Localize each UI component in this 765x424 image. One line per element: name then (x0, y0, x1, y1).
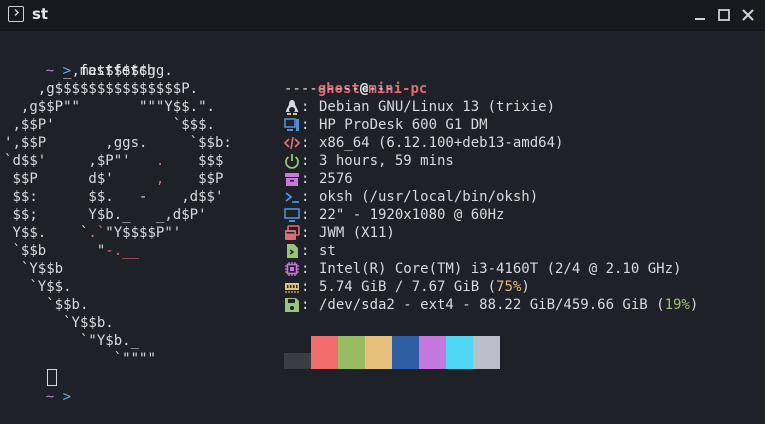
logo-line: ,$$P' `$$$. (12, 117, 215, 133)
prompt-arrow: > (62, 389, 72, 405)
logo-line: $$; Y$b._ _,d$P' (12, 207, 207, 223)
logo-line: `$$b. (46, 297, 89, 313)
logo-line: Y$$. `.`"Y$$$$P"' (12, 225, 182, 241)
terminal-area[interactable]: ~ > fastfetch _,met$$$$$gg. ,g$$$$$$$$$$… (0, 31, 765, 405)
logo-line: `"Y$b._ (79, 333, 139, 349)
info-value: st (319, 243, 336, 259)
key-separator: : (301, 117, 310, 133)
key-separator: : (301, 297, 310, 313)
title-bar: st (0, 0, 765, 31)
window-manager-icon (284, 225, 300, 241)
key-separator: : (301, 153, 310, 169)
logo-line: _,met$$$$$gg. (63, 63, 173, 79)
info-value: /dev/sda2 - ext4 - 88.22 GiB/459.66 GiB … (319, 297, 699, 313)
key-separator: : (301, 225, 310, 241)
key-separator: : (301, 135, 310, 151)
palette-swatch (473, 336, 500, 369)
logo-line: `Y$$b. (63, 315, 114, 331)
bottom-prompt: ~ > (12, 370, 71, 405)
key-separator: : (301, 279, 310, 295)
header-separator: ------------- (284, 81, 394, 97)
info-value: 2576 (319, 171, 353, 187)
key-separator: : (301, 99, 310, 115)
palette-swatch (365, 336, 392, 369)
info-value: oksh (/usr/local/bin/oksh) (319, 189, 539, 205)
palette-swatch (284, 353, 311, 369)
logo-line: ,g$$$$$$$$$$$$$$$P. (37, 81, 199, 97)
info-value: Debian GNU/Linux 13 (trixie) (319, 99, 556, 115)
logo-line: `"""" (113, 351, 156, 367)
logo-line: `$$b "-.__ (12, 243, 139, 259)
close-icon[interactable] (739, 6, 757, 24)
info-value: 3 hours, 59 mins (319, 153, 454, 169)
palette-swatch (419, 336, 446, 369)
usage-percent: 19% (664, 297, 690, 313)
kernel-code-icon (283, 135, 301, 151)
palette-swatch (311, 336, 338, 369)
palette-swatch (338, 336, 365, 369)
logo-line: $$P d$' , $$P (12, 171, 224, 187)
info-value: 22" - 1920x1080 @ 60Hz (319, 207, 505, 223)
maximize-icon[interactable] (715, 6, 733, 24)
display-monitor-icon (284, 207, 300, 223)
shell-prompt-icon (284, 189, 300, 205)
uptime-power-icon (284, 153, 300, 169)
key-separator: : (301, 243, 310, 259)
logo-line: $$: $$. - ,d$$' (12, 189, 224, 205)
info-value: HP ProDesk 600 G1 DM (319, 117, 488, 133)
logo-line: ',$$P ,ggs. `$$b: (4, 135, 232, 151)
minimize-icon[interactable] (691, 6, 709, 24)
palette-swatch (446, 336, 473, 369)
memory-ram-icon (284, 279, 300, 295)
terminal-app-icon (8, 6, 24, 22)
info-value: x86_64 (6.12.100+deb13-amd64) (319, 135, 564, 151)
window-title: st (32, 5, 49, 23)
key-separator: : (301, 207, 310, 223)
text-cursor (47, 369, 57, 386)
cpu-chip-icon (284, 261, 300, 277)
prompt-tilde: ~ (45, 389, 55, 405)
packages-box-icon (284, 171, 300, 187)
info-value: JWM (X11) (319, 225, 395, 241)
command-prompt: ~ > fastfetch (12, 44, 156, 79)
key-separator: : (301, 171, 310, 187)
logo-line: `d$$' ,$P"' . $$$ (4, 153, 224, 169)
info-value: 5.74 GiB / 7.67 GiB (75%) (319, 279, 530, 295)
disk-save-icon (284, 297, 300, 313)
logo-line: `Y$$. (29, 279, 72, 295)
user-host: ghost@mini-pc (284, 62, 428, 97)
key-separator: : (301, 189, 310, 205)
terminal-file-icon (284, 243, 300, 259)
usage-percent: 75% (496, 279, 522, 295)
info-value: Intel(R) Core(TM) i3-4160T (2/4 @ 2.10 G… (319, 261, 682, 277)
linux-penguin-icon (284, 99, 300, 115)
computer-host-icon (284, 117, 300, 133)
logo-line: ,g$$P"" """Y$$.". (20, 99, 215, 115)
palette-swatch (392, 336, 419, 369)
logo-line: `Y$$b (20, 261, 64, 277)
key-separator: : (301, 261, 310, 277)
